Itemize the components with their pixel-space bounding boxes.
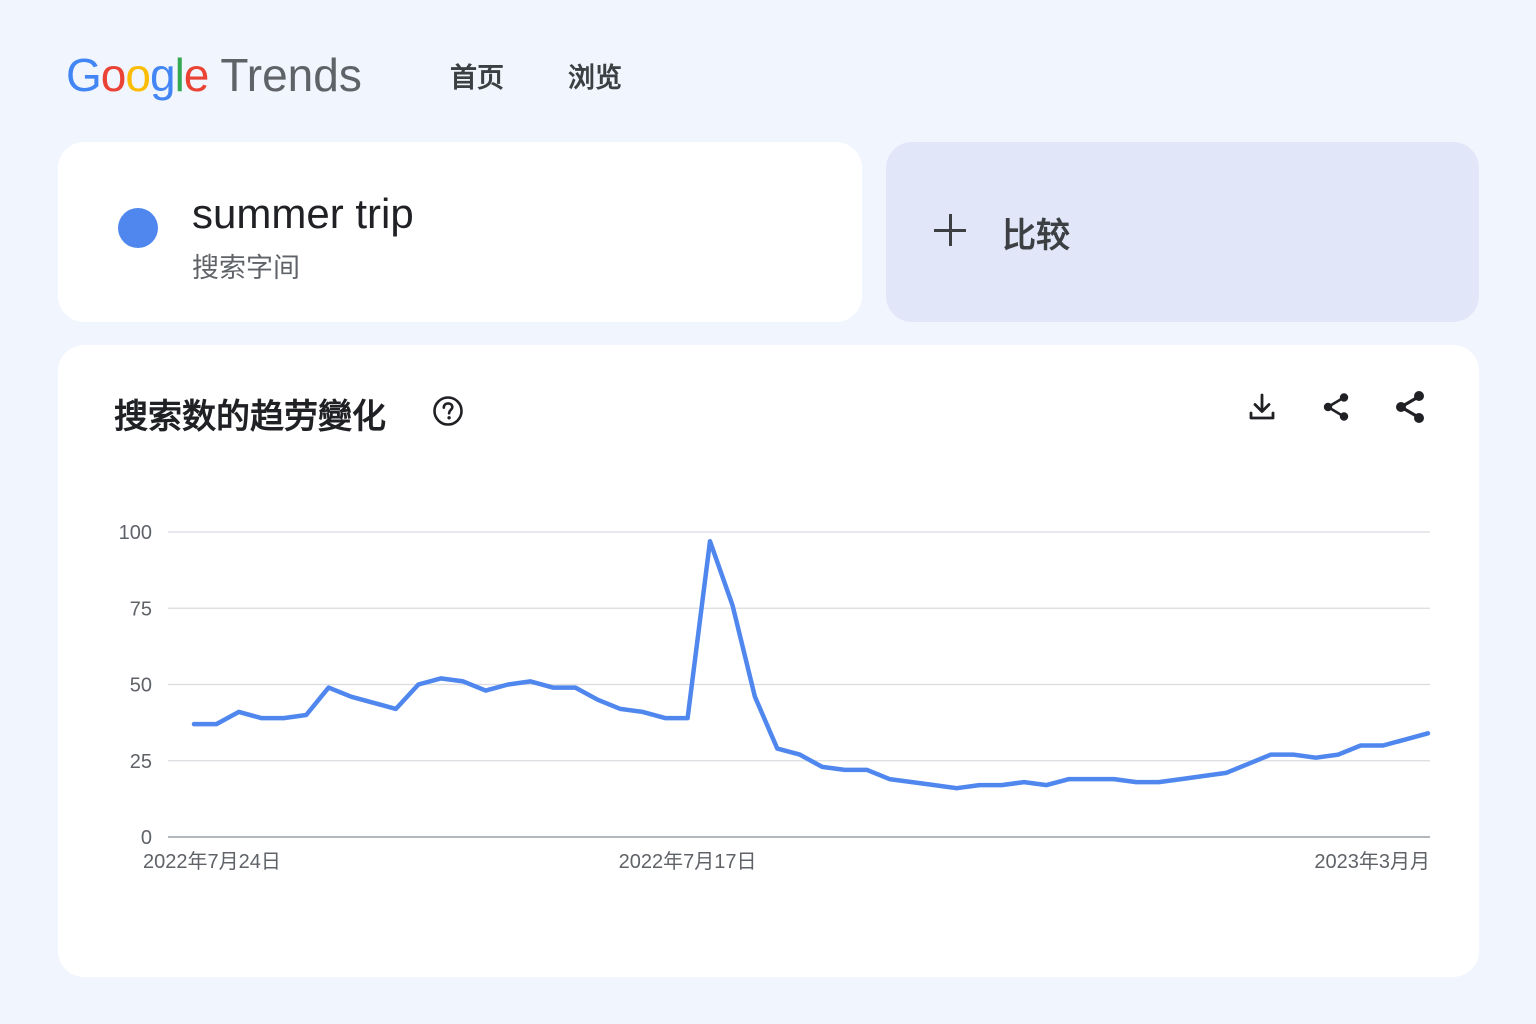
term-name: summer trip	[192, 190, 414, 237]
y-tick-label: 25	[130, 751, 152, 773]
trend-chart: 100 75 50 25 0 2022年7月24日 2022年7月17日 2023年3月月	[119, 522, 1431, 873]
y-tick-label: 100	[119, 522, 152, 544]
logo-letter: o	[125, 49, 151, 101]
x-tick-label: 2022年7月17日	[619, 850, 757, 873]
interest-over-time-card: 搜索数的趋劳變化 100 75 50 25 0 2022年7月24日 2022年7月17日…	[58, 345, 1479, 977]
logo-letter: l	[174, 49, 185, 101]
y-tick-label: 50	[130, 675, 152, 697]
logo-product-name: Trends	[220, 49, 362, 101]
nav-explore[interactable]: 浏览	[568, 56, 622, 95]
logo-letter: o	[100, 49, 127, 101]
term-color-dot	[118, 208, 158, 248]
logo-letter: G	[66, 49, 102, 101]
logo-letter: g	[149, 49, 176, 101]
google-trends-logo[interactable]: Google Trends	[66, 48, 362, 102]
logo-letter: e	[183, 49, 210, 101]
search-term-card[interactable]: summer trip 搜索字间	[58, 142, 862, 322]
compare-button[interactable]: 比较	[886, 142, 1479, 322]
compare-label: 比较	[1002, 217, 1070, 255]
term-type: 搜索字间	[192, 253, 300, 283]
y-tick-label: 0	[141, 827, 152, 849]
x-tick-label: 2022年7月24日	[143, 850, 281, 873]
header: Google Trends 首页 浏览	[66, 44, 766, 104]
series-line	[191, 538, 1431, 791]
nav-home[interactable]: 首页	[450, 56, 504, 95]
plus-icon	[934, 214, 966, 246]
x-tick-label: 2023年3月月	[1314, 850, 1430, 873]
y-tick-label: 75	[130, 598, 152, 620]
